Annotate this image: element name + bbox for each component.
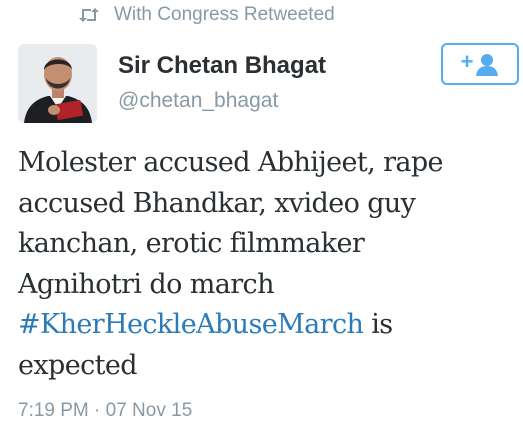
tweet-line: Molester accused Abhijeet, rape [18,147,444,178]
retweet-icon [78,7,100,23]
avatar[interactable] [18,44,97,123]
tweet-text-fragment: is [363,309,393,340]
author-handle[interactable]: @chetan_bhagat [118,89,278,113]
avatar-photo [18,44,97,123]
person-icon [475,52,499,76]
tweet-line: Agnihotri do march [18,268,274,300]
tweet-line: accused Bhandkar, xvideo guy [18,187,416,219]
plus-icon: + [460,49,474,74]
retweet-context-text: With Congress Retweeted [114,4,335,25]
tweet-text: Molester accused Abhijeet, rape accused … [18,143,518,386]
tweet-line: kanchan, erotic filmmaker [18,228,365,259]
tweet-timestamp[interactable]: 7:19 PM · 07 Nov 15 [18,400,192,422]
hashtag-link[interactable]: #KherHeckleAbuseMarch [18,309,364,340]
retweet-context[interactable]: With Congress Retweeted [78,2,335,28]
tweet-line: #KherHeckleAbuseMarch is [18,305,518,346]
follow-button[interactable]: + [441,43,519,85]
author-display-name[interactable]: Sir Chetan Bhagat [118,52,326,80]
tweet-line: expected [18,349,138,381]
